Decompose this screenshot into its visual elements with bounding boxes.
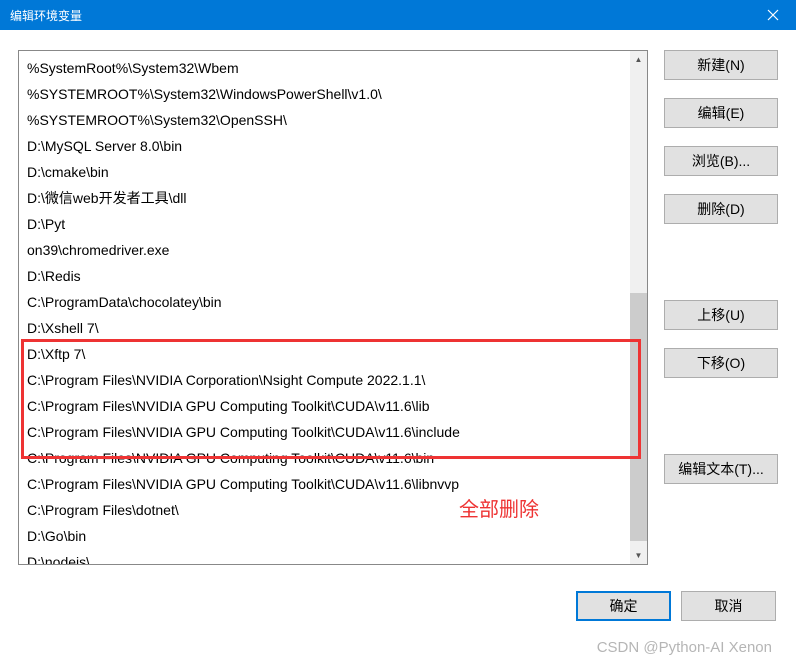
move-up-button[interactable]: 上移(U) xyxy=(664,300,778,330)
list-item[interactable]: %SYSTEMROOT%\System32\OpenSSH\ xyxy=(19,107,630,133)
window-title: 编辑环境变量 xyxy=(10,7,750,24)
list-item[interactable]: D:\Go\bin xyxy=(19,523,630,549)
dialog-body: %SystemRoot%\System32\Wbem %SYSTEMROOT%\… xyxy=(0,30,796,575)
scroll-down-arrow[interactable]: ▼ xyxy=(630,547,647,564)
list-item[interactable]: D:\MySQL Server 8.0\bin xyxy=(19,133,630,159)
cancel-button[interactable]: 取消 xyxy=(681,591,776,621)
watermark: CSDN @Python-AI Xenon xyxy=(597,639,772,656)
close-button[interactable] xyxy=(750,0,796,30)
list-item[interactable]: %SystemRoot%\System32\Wbem xyxy=(19,55,630,81)
list-item[interactable]: D:\Redis xyxy=(19,263,630,289)
dialog-footer: 确定 取消 xyxy=(0,575,796,637)
list-item[interactable]: D:\nodejs\ xyxy=(19,549,630,564)
spacer xyxy=(664,396,778,454)
list-item[interactable]: C:\Program Files\NVIDIA GPU Computing To… xyxy=(19,445,630,471)
spacer xyxy=(664,242,778,300)
browse-button[interactable]: 浏览(B)... xyxy=(664,146,778,176)
button-column: 新建(N) 编辑(E) 浏览(B)... 删除(D) 上移(U) 下移(O) 编… xyxy=(664,50,778,565)
list-item[interactable]: on39\chromedriver.exe xyxy=(19,237,630,263)
scroll-up-arrow[interactable]: ▲ xyxy=(630,51,647,68)
edit-button[interactable]: 编辑(E) xyxy=(664,98,778,128)
list-item[interactable]: D:\Xshell 7\ xyxy=(19,315,630,341)
list-item[interactable]: D:\微信web开发者工具\dll xyxy=(19,185,630,211)
list-item[interactable]: C:\ProgramData\chocolatey\bin xyxy=(19,289,630,315)
list-item[interactable]: D:\Xftp 7\ xyxy=(19,341,630,367)
scrollbar-track[interactable]: ▲ ▼ xyxy=(630,51,647,564)
list-item[interactable]: C:\Program Files\dotnet\ xyxy=(19,497,630,523)
list-scroll-area: %SystemRoot%\System32\Wbem %SYSTEMROOT%\… xyxy=(19,51,630,564)
list-item[interactable]: C:\Program Files\NVIDIA GPU Computing To… xyxy=(19,393,630,419)
ok-button[interactable]: 确定 xyxy=(576,591,671,621)
titlebar: 编辑环境变量 xyxy=(0,0,796,30)
new-button[interactable]: 新建(N) xyxy=(664,50,778,80)
edit-text-button[interactable]: 编辑文本(T)... xyxy=(664,454,778,484)
list-item[interactable]: C:\Program Files\NVIDIA GPU Computing To… xyxy=(19,471,630,497)
move-down-button[interactable]: 下移(O) xyxy=(664,348,778,378)
path-listbox[interactable]: %SystemRoot%\System32\Wbem %SYSTEMROOT%\… xyxy=(18,50,648,565)
list-item[interactable]: %SYSTEMROOT%\System32\WindowsPowerShell\… xyxy=(19,81,630,107)
list-item[interactable]: D:\cmake\bin xyxy=(19,159,630,185)
list-item[interactable]: D:\Pyt xyxy=(19,211,630,237)
list-item[interactable]: C:\Program Files\NVIDIA GPU Computing To… xyxy=(19,419,630,445)
list-item[interactable]: C:\Program Files\NVIDIA Corporation\Nsig… xyxy=(19,367,630,393)
scrollbar-thumb[interactable] xyxy=(630,293,647,541)
close-icon xyxy=(767,9,779,21)
delete-button[interactable]: 删除(D) xyxy=(664,194,778,224)
